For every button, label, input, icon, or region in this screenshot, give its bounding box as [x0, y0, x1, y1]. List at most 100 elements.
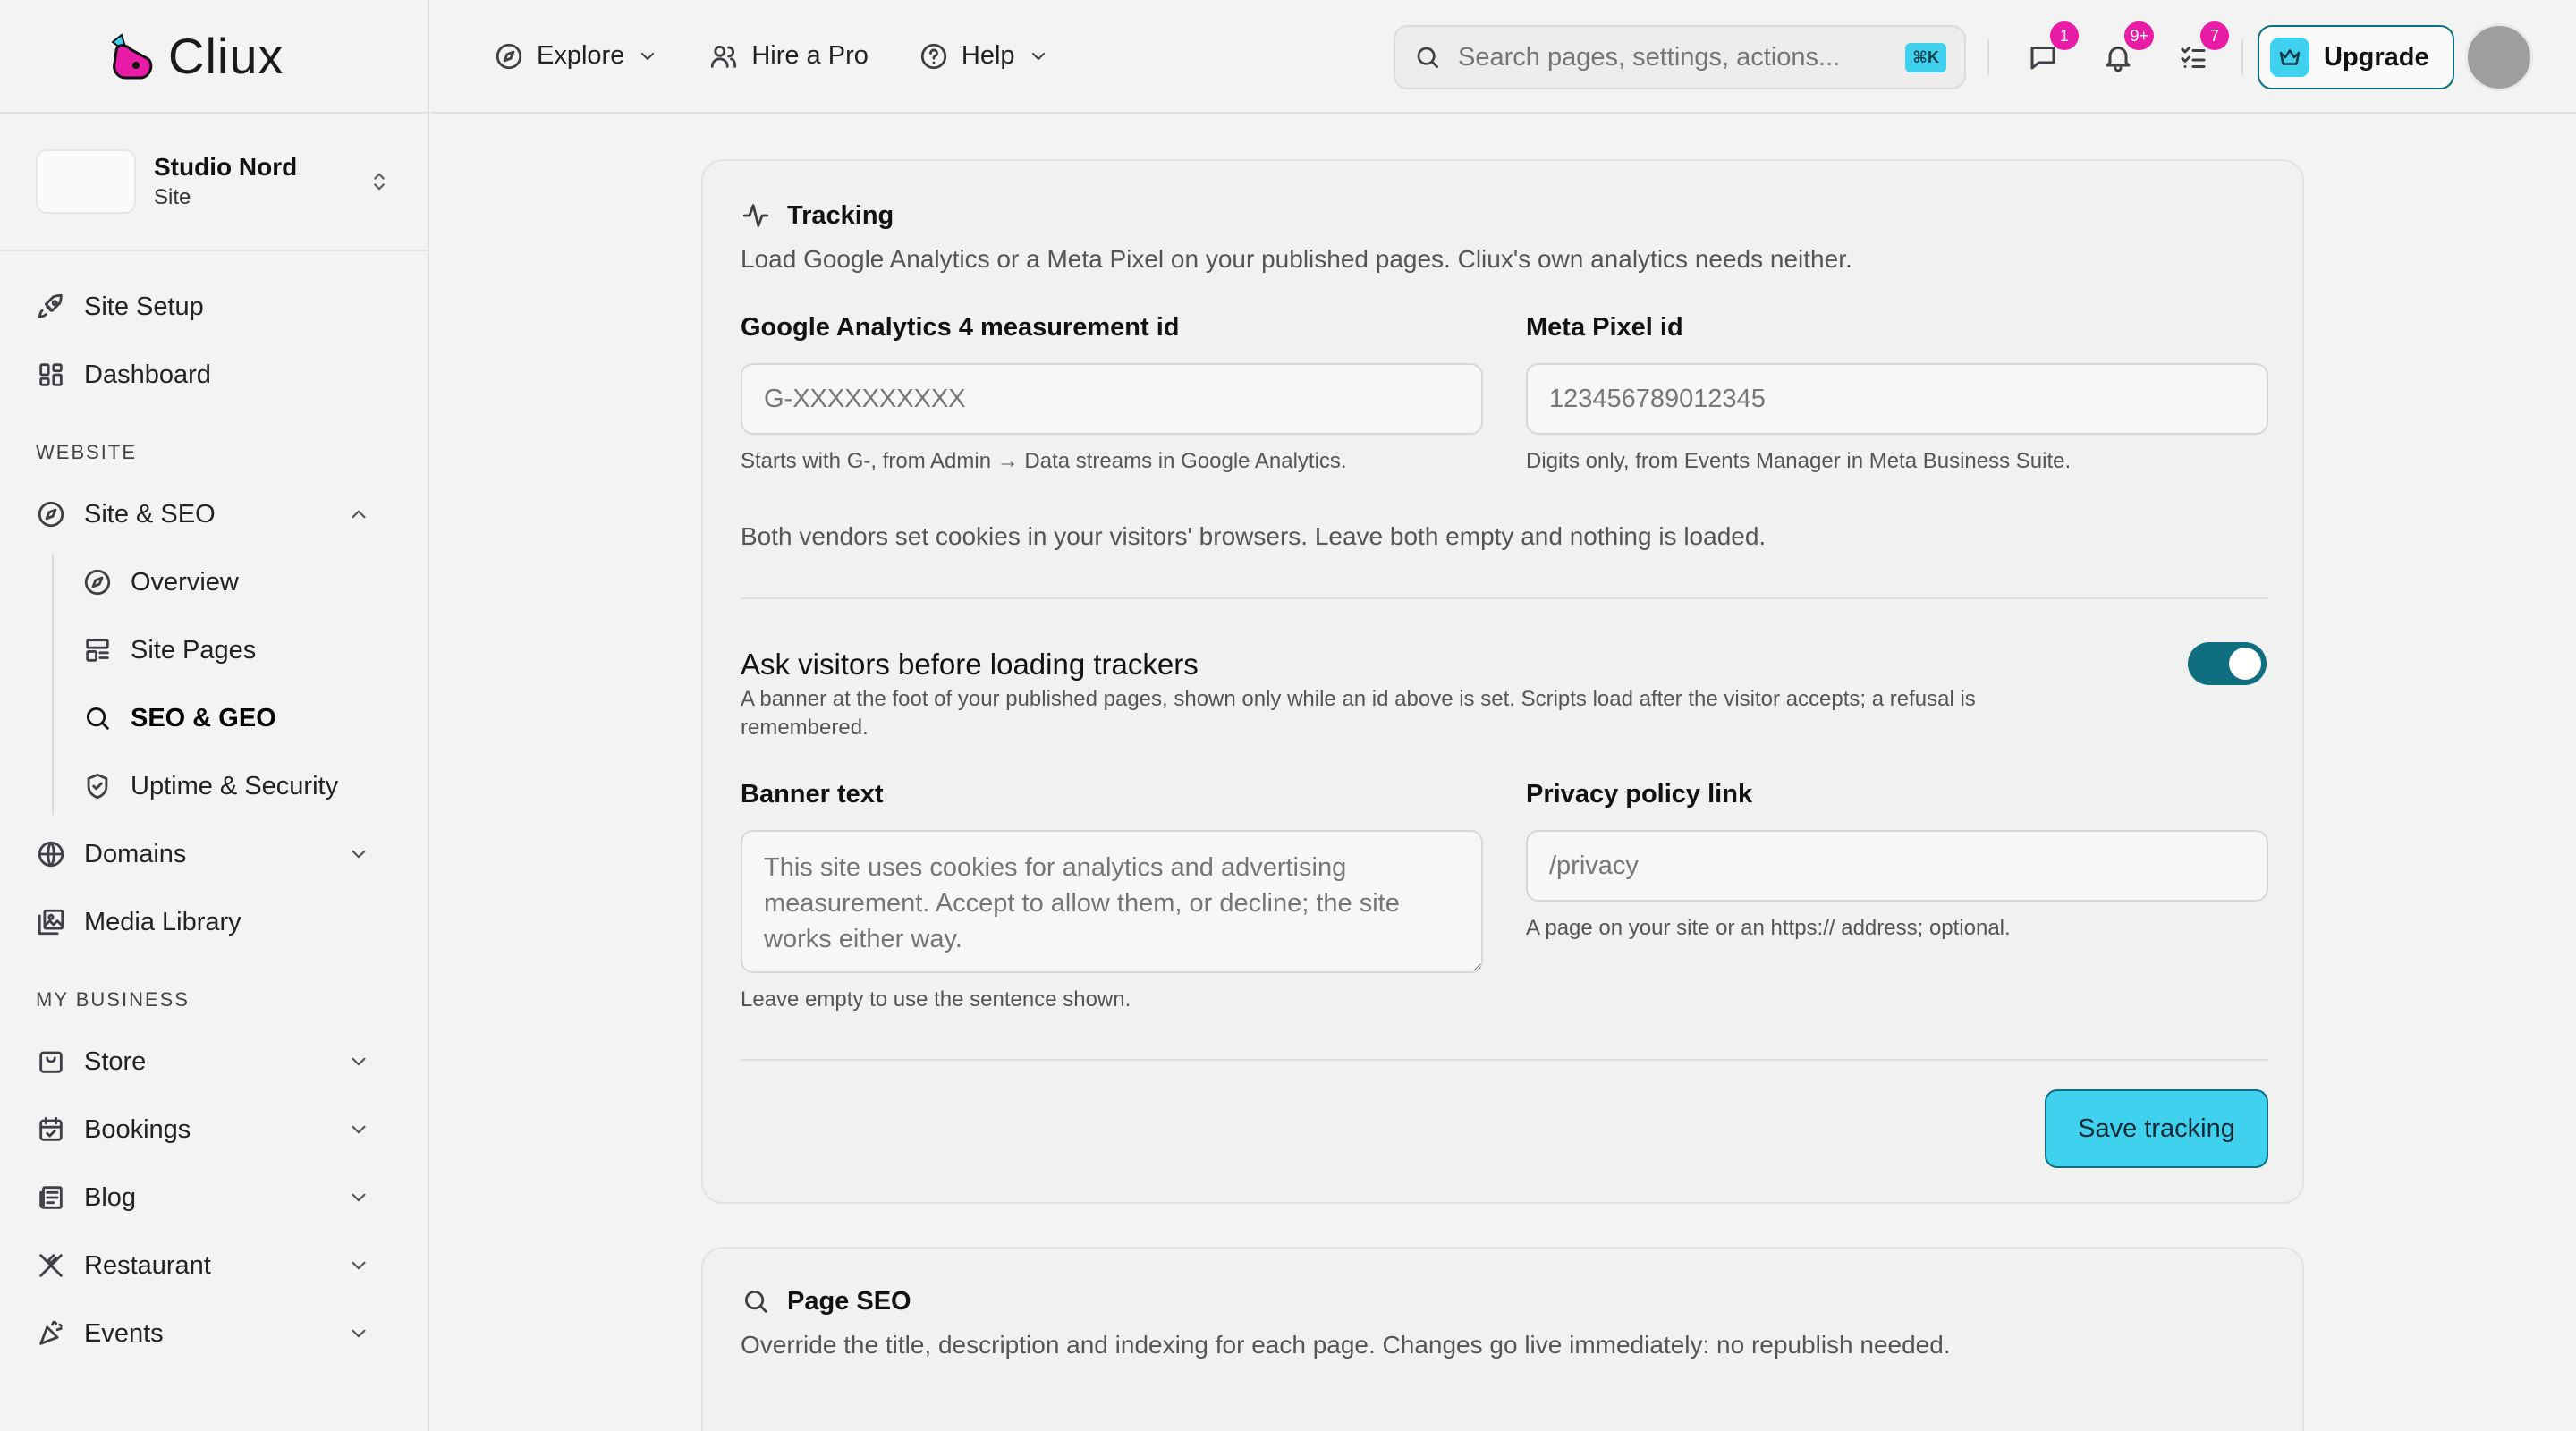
banner-text-hint: Leave empty to use the sentence shown.	[741, 987, 1131, 1012]
sidebar-item-blog[interactable]: Blog	[0, 1164, 428, 1232]
sidebar-item-label: Store	[84, 1046, 147, 1076]
chevron-up-icon	[352, 510, 366, 519]
search-icon	[744, 1290, 767, 1313]
layout-icon	[86, 639, 109, 662]
meta-pixel-hint: Digits only, from Events Manager in Meta…	[1526, 449, 2072, 473]
sidebar-item-overview[interactable]: Overview	[54, 548, 428, 616]
sidebar-item-label: Blog	[84, 1182, 137, 1212]
sidebar-item-seo-geo[interactable]: SEO & GEO	[54, 684, 428, 752]
notifications-button[interactable]: 9+	[2097, 21, 2154, 79]
ga-hint: Starts with G-, from Admin → Data stream…	[741, 449, 1347, 473]
help-menu[interactable]: Help	[919, 41, 1049, 72]
newspaper-icon	[39, 1186, 63, 1209]
calendar-check-icon	[39, 1116, 63, 1141]
sidebar-item-label: Site Setup	[84, 292, 204, 321]
sidebar-item-site-setup[interactable]: Site Setup	[0, 273, 428, 341]
ga-label: Google Analytics 4 measurement id	[741, 313, 1180, 342]
sidebar-item-events[interactable]: Events	[0, 1300, 428, 1367]
avatar[interactable]	[2465, 23, 2533, 91]
ga-measurement-id-input[interactable]	[741, 363, 1483, 435]
sidebar-item-label: Dashboard	[84, 360, 211, 389]
messages-button[interactable]: 1	[2021, 21, 2079, 79]
help-label: Help	[961, 41, 1015, 70]
chevron-down-icon	[352, 1261, 366, 1270]
tracking-description: Load Google Analytics or a Meta Pixel on…	[741, 245, 1852, 273]
tasks-button[interactable]: 7	[2172, 21, 2229, 79]
site-switcher[interactable]: Studio Nord Site	[0, 114, 428, 251]
shield-check-icon	[87, 773, 108, 800]
section-my-business: MY BUSINESS	[36, 988, 190, 1011]
crown-icon	[2270, 38, 2309, 77]
global-search[interactable]: ⌘K	[1394, 25, 1966, 89]
privacy-policy-link-input[interactable]	[1526, 830, 2268, 902]
privacy-link-hint: A page on your site or an https:// addre…	[1526, 916, 2011, 940]
search-icon	[86, 707, 109, 730]
tasks-badge: 7	[2200, 21, 2229, 50]
upgrade-button[interactable]: Upgrade	[2258, 25, 2454, 89]
sidebar-nav: Site Setup Dashboard WEBSITE Site & SEO …	[0, 251, 428, 1367]
help-circle-icon	[920, 43, 947, 69]
site-name: Studio Nord	[154, 153, 298, 181]
search-shortcut-badge: ⌘K	[1905, 42, 1946, 72]
explore-label: Explore	[537, 41, 625, 70]
cookie-note: Both vendors set cookies in your visitor…	[741, 522, 1767, 550]
save-tracking-button[interactable]: Save tracking	[2045, 1089, 2268, 1168]
sidebar-item-domains[interactable]: Domains	[0, 820, 428, 888]
divider	[741, 1059, 2268, 1061]
meta-pixel-label: Meta Pixel id	[1526, 313, 1683, 342]
explore-menu[interactable]: Explore	[494, 41, 658, 72]
tracking-title: Tracking	[787, 200, 894, 230]
rocket-icon	[38, 293, 63, 318]
sidebar-item-restaurant[interactable]: Restaurant	[0, 1232, 428, 1300]
sidebar-item-label: Overview	[131, 567, 239, 597]
sidebar-item-label: Restaurant	[84, 1250, 211, 1280]
tracking-card: Tracking Load Google Analytics or a Meta…	[701, 159, 2304, 1204]
chevron-down-icon	[641, 52, 655, 60]
section-website: WEBSITE	[36, 441, 138, 463]
activity-icon	[742, 204, 769, 227]
brand-name: Cliux	[168, 28, 284, 84]
consent-toggle[interactable]	[2188, 642, 2267, 685]
sidebar-item-media-library[interactable]: Media Library	[0, 888, 428, 956]
page-seo-title: Page SEO	[787, 1286, 911, 1316]
site-thumbnail	[36, 149, 136, 214]
chevron-down-icon	[352, 1193, 366, 1202]
users-icon	[711, 45, 737, 68]
sidebar-item-label: SEO & GEO	[131, 703, 276, 732]
sidebar-item-bookings[interactable]: Bookings	[0, 1096, 428, 1164]
sidebar: Cliux Studio Nord Site Site Setup Dashbo…	[0, 0, 429, 1431]
divider	[741, 597, 2268, 599]
sidebar-item-label: Uptime & Security	[131, 771, 339, 800]
consent-description: A banner at the foot of your published p…	[741, 687, 1976, 740]
divider	[2241, 39, 2243, 75]
chevron-down-icon	[352, 850, 366, 859]
cliux-logo-icon	[111, 32, 153, 79]
search-input[interactable]	[1458, 42, 1906, 72]
chevron-up-down-icon	[374, 173, 385, 191]
upgrade-label: Upgrade	[2324, 42, 2429, 72]
banner-text-input[interactable]	[741, 830, 1483, 973]
sidebar-item-site-pages[interactable]: Site Pages	[54, 616, 428, 684]
sidebar-item-store[interactable]: Store	[0, 1028, 428, 1096]
sidebar-item-label: Site Pages	[131, 635, 257, 665]
top-bar: Explore Hire a Pro Help ⌘K 1 9+ 7	[431, 0, 2576, 114]
chevron-down-icon	[1031, 52, 1045, 60]
banner-text-label: Banner text	[741, 780, 884, 809]
sidebar-item-label: Bookings	[84, 1114, 191, 1144]
hire-a-pro-link[interactable]: Hire a Pro	[708, 41, 869, 72]
page-seo-description: Override the title, description and inde…	[741, 1331, 1951, 1359]
sidebar-item-uptime-security[interactable]: Uptime & Security	[54, 752, 428, 820]
utensils-crossed-icon	[39, 1254, 63, 1277]
hire-label: Hire a Pro	[751, 41, 869, 70]
privacy-link-label: Privacy policy link	[1526, 780, 1753, 809]
compass-icon	[84, 569, 111, 596]
meta-pixel-id-input[interactable]	[1526, 363, 2268, 435]
sidebar-item-label: Site & SEO	[84, 499, 216, 529]
image-gallery-icon	[38, 909, 64, 936]
compass-icon	[38, 501, 64, 528]
site-seo-submenu: Overview Site Pages SEO & GEO Uptime & S…	[0, 548, 428, 820]
logo[interactable]: Cliux	[0, 0, 428, 114]
sidebar-item-dashboard[interactable]: Dashboard	[0, 341, 428, 409]
sidebar-item-site-seo[interactable]: Site & SEO	[0, 480, 428, 548]
chevron-down-icon	[352, 1329, 366, 1338]
